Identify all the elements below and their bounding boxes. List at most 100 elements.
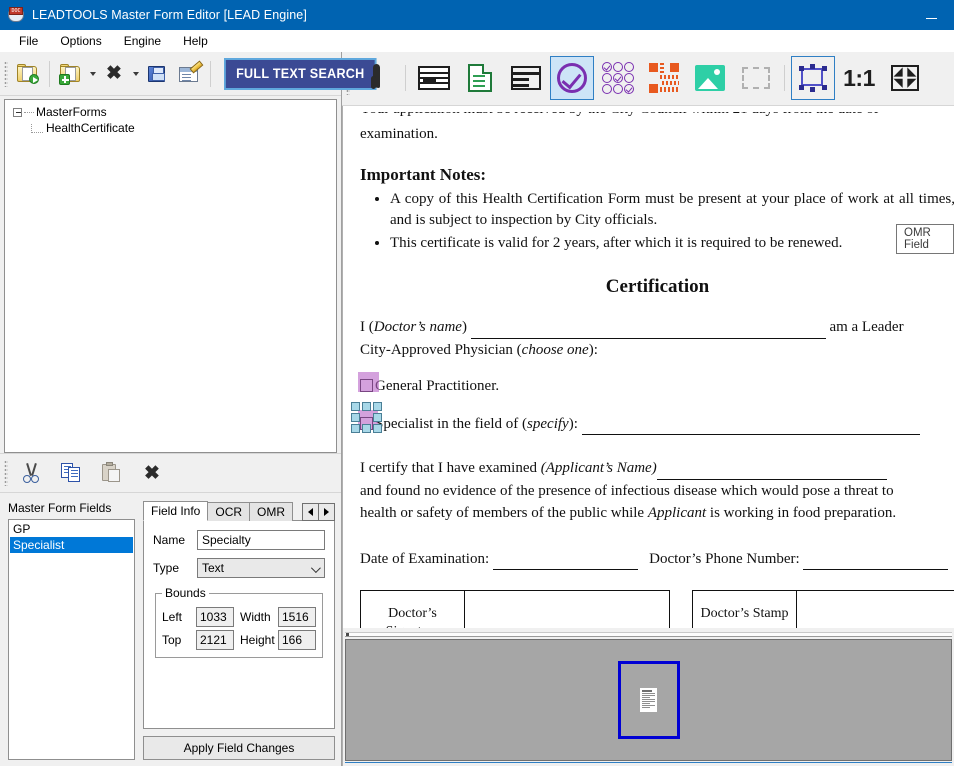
text-field-tool-button[interactable] <box>458 56 502 100</box>
apply-field-changes-button[interactable]: Apply Field Changes <box>143 736 335 760</box>
field-editor-body: Master Form Fields GP Specialist Field I… <box>0 493 341 766</box>
resize-handle-top-left[interactable] <box>351 401 360 411</box>
tab-field-info[interactable]: Field Info <box>143 501 209 521</box>
menu-bar: File Options Engine Help <box>0 30 954 52</box>
field-name-input[interactable]: Specialty <box>197 530 325 550</box>
applicant-name-blank[interactable] <box>656 465 887 480</box>
folder-go-icon <box>17 63 39 84</box>
doctor-stamp-input[interactable] <box>797 591 954 629</box>
list-item: A copy of this Health Certification Form… <box>390 189 954 231</box>
tree-node-healthcertificate[interactable]: HealthCertificate <box>31 120 336 136</box>
tab-scroll-left-button[interactable] <box>302 503 319 521</box>
dashed-rect-icon <box>742 67 770 90</box>
barcode-tool-button[interactable] <box>642 56 686 100</box>
master-forms-tree[interactable]: MasterForms HealthCertificate <box>4 99 337 453</box>
option-specialist-row: Specialist in the field of (specify): <box>351 401 954 435</box>
delete-master-form-button[interactable]: ✖ <box>98 58 130 90</box>
toolbar-grip[interactable] <box>4 460 8 486</box>
list-item-specialist[interactable]: Specialist <box>10 537 133 553</box>
cert2-suffix: ): <box>588 341 598 358</box>
page-preview-icon <box>640 688 657 713</box>
menu-item-file[interactable]: File <box>8 32 49 50</box>
paste-button[interactable] <box>92 457 132 489</box>
field-type-select[interactable]: Text <box>197 558 325 578</box>
add-master-form-dropdown[interactable] <box>87 58 98 90</box>
layout-icon <box>511 66 541 91</box>
properties-icon <box>178 64 200 84</box>
tab-scroll-right-button[interactable] <box>318 503 335 521</box>
resize-handle-bottom-left[interactable] <box>351 423 360 433</box>
document-viewer[interactable]: Your application must be received by the… <box>342 105 954 629</box>
toolbar-grip[interactable] <box>4 60 8 87</box>
left-pane: ✖ FULL TEXT SEARCH MasterForms HealthCer… <box>0 52 377 766</box>
thumbnail-area[interactable] <box>345 639 952 761</box>
menu-item-help[interactable]: Help <box>172 32 219 50</box>
cert2-prefix: City-Approved Physician ( <box>360 341 522 358</box>
main-area: ✖ FULL TEXT SEARCH MasterForms HealthCer… <box>0 52 954 766</box>
delete-master-form-dropdown[interactable] <box>130 58 141 90</box>
window-title: LEADTOOLS Master Form Editor [LEAD Engin… <box>32 8 307 22</box>
omr-grid-tool-button[interactable] <box>596 56 640 100</box>
bounds-width-input[interactable]: 1516 <box>278 607 316 627</box>
bounds-left-label: Left <box>162 610 183 624</box>
gp-omr-field[interactable] <box>358 371 379 397</box>
master-form-fields-list[interactable]: GP Specialist <box>8 519 135 760</box>
chevron-down-icon <box>310 563 321 574</box>
transform-tool-button[interactable] <box>791 56 835 101</box>
marquee-select-tool-button[interactable] <box>734 56 778 100</box>
delete-field-button[interactable]: ✖ <box>132 457 172 489</box>
copy-button[interactable] <box>52 457 92 489</box>
transform-icon <box>799 64 827 93</box>
menu-item-engine[interactable]: Engine <box>113 32 172 50</box>
form-properties-button[interactable] <box>173 58 205 90</box>
zoom-actual-size-button[interactable]: 1:1 <box>837 56 881 100</box>
list-item-gp[interactable]: GP <box>10 521 133 537</box>
image-field-tool-button[interactable] <box>688 56 732 100</box>
specialty-blank[interactable] <box>581 420 920 435</box>
tab-omr[interactable]: OMR <box>249 502 294 521</box>
doctor-signature-input[interactable] <box>465 591 669 629</box>
app-icon: DOC <box>7 6 25 24</box>
cert-prefix: I ( <box>360 318 374 335</box>
doctor-phone-blank[interactable] <box>803 555 949 570</box>
open-master-form-button[interactable] <box>12 58 44 90</box>
tab-ocr[interactable]: OCR <box>207 502 251 521</box>
one-to-one-icon: 1:1 <box>843 64 875 91</box>
resize-handle-top-right[interactable] <box>373 401 382 411</box>
resize-handle-middle-right[interactable] <box>373 412 382 422</box>
bounds-group: Bounds Left 1033 Width 1516 Top 2121 Hei… <box>155 586 323 658</box>
thumbnail-strip-grip[interactable] <box>345 632 952 638</box>
field-info-tabpanel: Name Specialty Type Text Bounds Left 103… <box>143 520 335 729</box>
certify3-suffix: is working in food preparation. <box>706 504 897 521</box>
field-info-tabstrip: Field Info OCR OMR <box>143 501 335 521</box>
resize-handle-middle-left[interactable] <box>351 412 360 422</box>
specialist-omr-field[interactable] <box>351 401 382 435</box>
bounds-left-input[interactable]: 1033 <box>196 607 234 627</box>
bounds-height-input[interactable]: 166 <box>278 630 316 650</box>
minimize-button[interactable] <box>908 0 954 30</box>
document-clipped-line: Your application must be received by the… <box>360 112 954 123</box>
thumbnail-page-1[interactable] <box>617 661 680 740</box>
resize-handle-bottom-center[interactable] <box>362 423 371 433</box>
signature-tables: Doctor’s Signature Doctor’s Stamp <box>360 589 954 629</box>
collapse-icon[interactable] <box>13 107 22 117</box>
certify-prefix: I certify that I have examined <box>360 459 541 476</box>
certify-line-3: health or safety of members of the publi… <box>360 502 954 524</box>
table-field-tool-button[interactable] <box>412 56 456 100</box>
omr-check-tool-button[interactable] <box>550 56 594 101</box>
doctor-name-blank[interactable] <box>470 324 826 339</box>
cut-button[interactable] <box>12 457 52 489</box>
tree-connector <box>31 123 43 133</box>
full-text-search-button[interactable]: FULL TEXT SEARCH <box>224 57 377 90</box>
resize-handle-bottom-right[interactable] <box>373 423 382 433</box>
resize-handle-top-center[interactable] <box>362 401 371 411</box>
layout-field-tool-button[interactable] <box>504 56 548 100</box>
tree-node-masterforms[interactable]: MasterForms <box>13 104 336 120</box>
add-master-form-button[interactable] <box>55 58 87 90</box>
date-of-examination-blank[interactable] <box>492 555 638 570</box>
bounds-top-input[interactable]: 2121 <box>196 630 234 650</box>
save-master-form-button[interactable] <box>141 58 173 90</box>
zoom-fit-page-button[interactable]: ◢ ◣ ◥ ◤ <box>883 56 927 100</box>
menu-item-options[interactable]: Options <box>49 32 112 50</box>
right-pane: 1:1 ◢◣ ◥◤ Your application must be recei… <box>342 52 954 766</box>
